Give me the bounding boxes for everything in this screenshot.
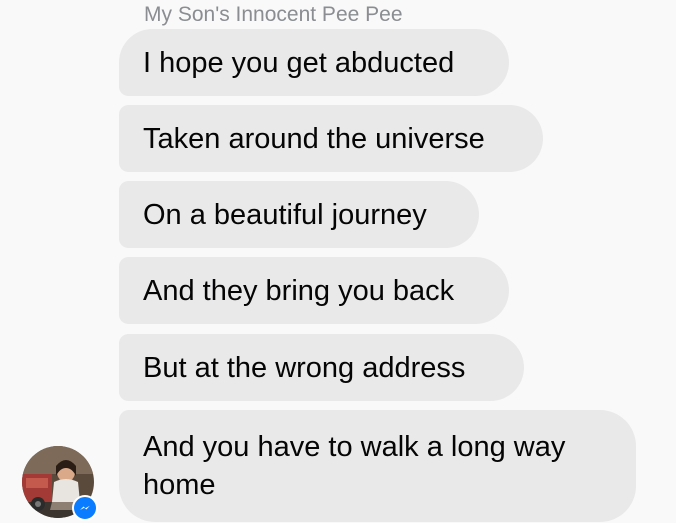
message-bubble[interactable]: On a beautiful journey [119, 181, 479, 248]
message-bubble[interactable]: I hope you get abducted [119, 29, 509, 96]
message-text: Taken around the universe [143, 123, 485, 155]
sender-avatar[interactable] [22, 446, 98, 521]
message-bubble[interactable]: Taken around the universe [119, 105, 543, 172]
message-bubble[interactable]: And they bring you back [119, 257, 509, 324]
message-text: And they bring you back [143, 275, 455, 307]
message-bubble[interactable]: And you have to walk a long way home [119, 410, 636, 522]
sender-name: My Son's Innocent Pee Pee [144, 3, 403, 26]
message-text: On a beautiful journey [143, 199, 427, 231]
message-text: I hope you get abducted [143, 47, 455, 79]
message-bubble[interactable]: But at the wrong address [119, 334, 524, 401]
messenger-icon [72, 495, 98, 521]
message-text: And you have to walk a long way home [143, 431, 566, 501]
message-text: But at the wrong address [143, 352, 466, 384]
